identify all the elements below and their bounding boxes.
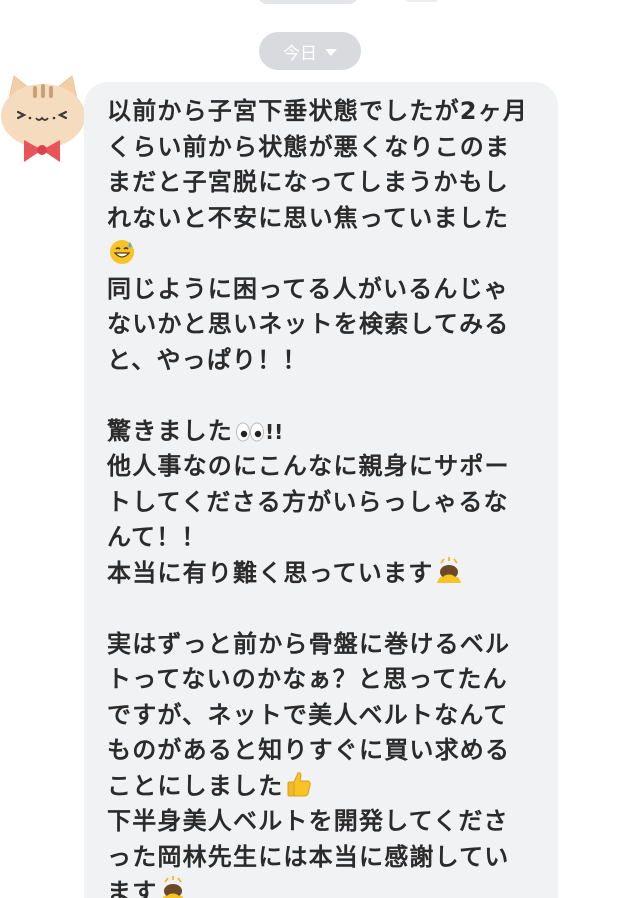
message-line-with-emoji: 驚きました!! <box>107 414 547 450</box>
message-line: トしてくださる方がいらっしゃるな <box>107 487 509 516</box>
message-line: ものがあると知りすぐに買い求める <box>107 736 511 764</box>
message-line: ないかと思いネットを検索してみる <box>107 310 510 338</box>
message-line: 同じように困ってる人がいるんじゃ <box>107 274 509 303</box>
message-line: 本当に有り難く思っています <box>107 558 434 587</box>
message-line: トってないのかなぁ？と思ってたん <box>107 665 508 693</box>
bowing-emoji-icon <box>159 876 187 898</box>
exclaim-text: !! <box>265 419 284 444</box>
message-line-with-emoji: ことにしました <box>107 769 547 805</box>
message-line: 実はずっと前から骨盤に巻けるベル <box>107 629 511 658</box>
date-separator-chip[interactable]: 今日 <box>259 32 361 70</box>
message-line-blank <box>107 591 547 627</box>
message-line: まだと子宮脱になってしまうかもし <box>107 168 509 196</box>
bowing-emoji-icon <box>435 556 463 596</box>
date-label: 今日 <box>283 43 317 64</box>
cat-avatar-icon[interactable] <box>0 70 85 166</box>
message-line-emoji <box>107 236 547 272</box>
message-line: んて！！ <box>107 523 207 551</box>
message-line-with-emoji: ます <box>107 875 547 898</box>
message-text: 以前から子宮下垂状態でしたが2ヶ月 くらい前から状態が悪くなりこのま まだと子宮… <box>107 94 547 898</box>
message-line: ます <box>107 878 158 898</box>
message-line: った岡林先生には本当に感謝してい <box>107 842 510 871</box>
thumbs-up-emoji-icon <box>285 770 313 809</box>
eyes-emoji-icon <box>235 418 265 454</box>
message-line: くらい前から状態が悪くなりこのま <box>107 132 511 161</box>
message-line: ことにしました <box>107 771 284 800</box>
chat-screen: 今日 以前から子宮下垂状態でしたが2ヶ月 くらい前から状態が悪くなりこのま まだ… <box>0 0 619 898</box>
message-line: 下半身美人ベルトを開発してくださ <box>107 807 509 835</box>
message-line: 驚きました <box>107 416 233 445</box>
message-line: ですが、ネットで美人ベルトなんて <box>107 700 509 729</box>
message-line: れないと不安に思い焦っていました <box>107 203 509 232</box>
sweat-smile-emoji-icon <box>109 239 135 276</box>
top-cutoff-label <box>404 0 440 2</box>
chevron-down-icon <box>325 48 337 56</box>
message-line: 以前から子宮下垂状態でしたが2ヶ月 <box>107 97 529 125</box>
message-line-blank <box>107 378 547 414</box>
message-line: と、やっぱり！！ <box>107 345 308 374</box>
message-line-with-emoji: 本当に有り難く思っています <box>107 556 547 592</box>
message-line: 他人事なのにこんなに親身にサポー <box>107 452 510 480</box>
top-cutoff-pill <box>258 0 358 4</box>
